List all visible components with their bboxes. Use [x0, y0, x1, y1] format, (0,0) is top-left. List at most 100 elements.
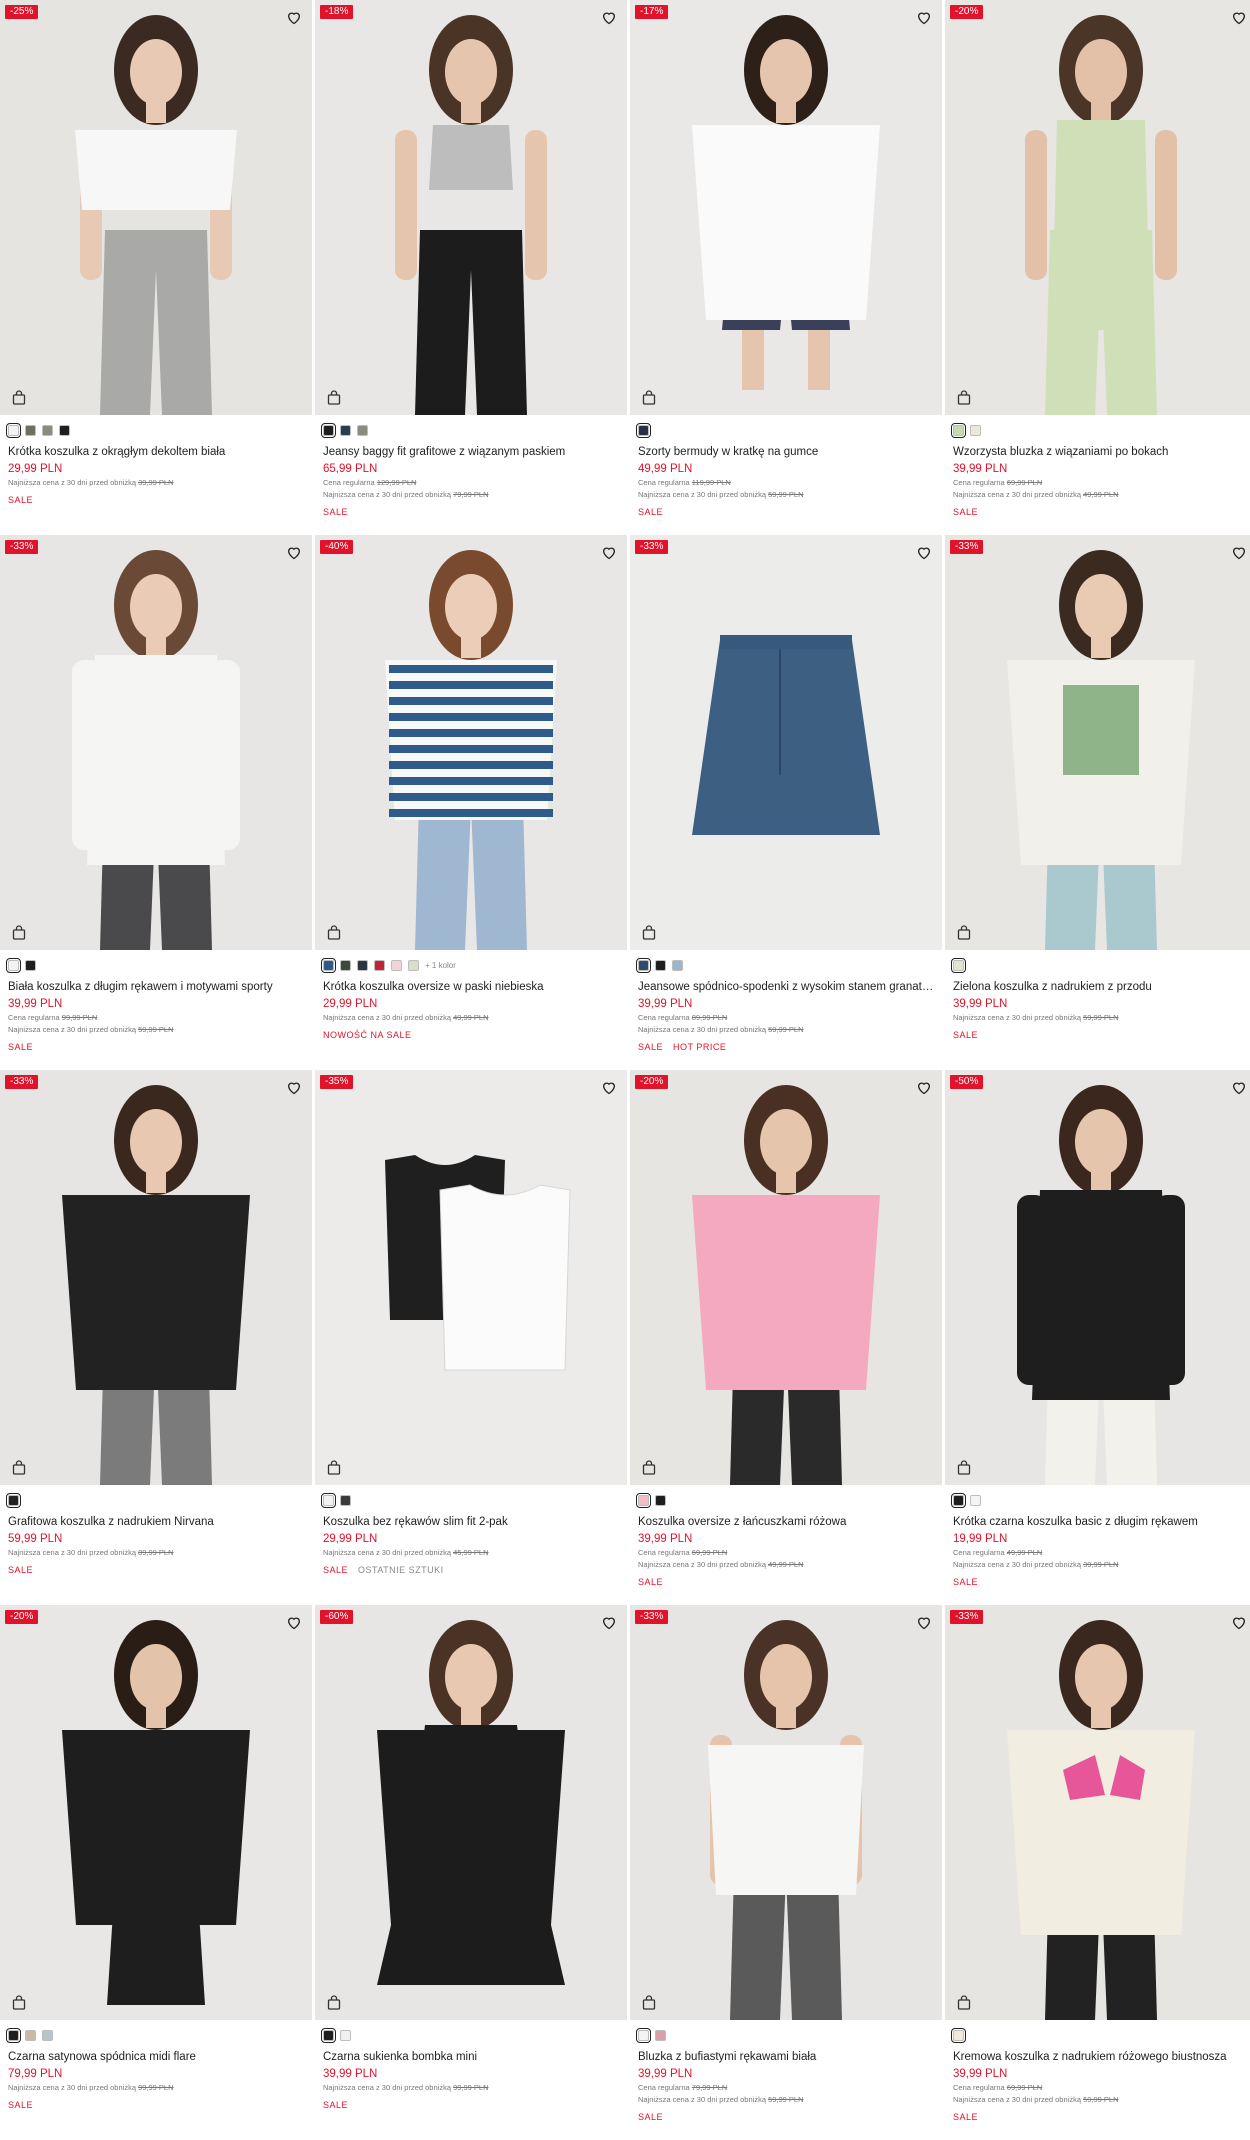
- product-name[interactable]: Krótka czarna koszulka basic z długim rę…: [953, 1516, 1249, 1528]
- color-swatch[interactable]: [25, 425, 36, 436]
- product-image[interactable]: -18%: [315, 0, 627, 415]
- color-swatch[interactable]: [340, 1495, 351, 1506]
- product-card[interactable]: -20% Koszulka oversize z łańcuszkami róż…: [630, 1070, 942, 1605]
- color-swatch[interactable]: [340, 425, 351, 436]
- product-image[interactable]: -25%: [0, 0, 312, 415]
- color-swatch[interactable]: [25, 960, 36, 971]
- heart-icon[interactable]: [1230, 8, 1248, 26]
- product-name[interactable]: Jeansy baggy fit grafitowe z wiązanym pa…: [323, 446, 619, 458]
- product-name[interactable]: Grafitowa koszulka z nadrukiem Nirvana: [8, 1516, 304, 1528]
- shopping-bag-icon[interactable]: [325, 1993, 343, 2011]
- product-image[interactable]: -20%: [945, 0, 1250, 415]
- product-card[interactable]: -33% Bluzka z bufiastymi rękawami biała …: [630, 1605, 942, 2140]
- product-card[interactable]: -40% + 1 kolor Krótka koszulka oversize …: [315, 535, 627, 1070]
- shopping-bag-icon[interactable]: [955, 388, 973, 406]
- heart-icon[interactable]: [285, 1078, 303, 1096]
- color-swatch[interactable]: [42, 2030, 53, 2041]
- more-colors-label[interactable]: + 1 kolor: [425, 961, 456, 970]
- product-card[interactable]: -33% Biała koszulka z długim rękawem i m…: [0, 535, 312, 1070]
- color-swatch[interactable]: [374, 960, 385, 971]
- product-card[interactable]: -35% Koszulka bez rękawów slim fit 2-pak…: [315, 1070, 627, 1605]
- heart-icon[interactable]: [600, 1613, 618, 1631]
- product-name[interactable]: Szorty bermudy w kratkę na gumce: [638, 446, 934, 458]
- heart-icon[interactable]: [1230, 543, 1248, 561]
- heart-icon[interactable]: [285, 543, 303, 561]
- product-image[interactable]: -33%: [945, 1605, 1250, 2020]
- shopping-bag-icon[interactable]: [10, 388, 28, 406]
- shopping-bag-icon[interactable]: [10, 923, 28, 941]
- shopping-bag-icon[interactable]: [325, 923, 343, 941]
- product-name[interactable]: Koszulka bez rękawów slim fit 2-pak: [323, 1516, 619, 1528]
- product-card[interactable]: -33% Jeansowe spódnico-spodenki z wysoki…: [630, 535, 942, 1070]
- product-name[interactable]: Jeansowe spódnico-spodenki z wysokim sta…: [638, 981, 934, 993]
- product-image[interactable]: -60%: [315, 1605, 627, 2020]
- color-swatch[interactable]: [655, 2030, 666, 2041]
- color-swatch[interactable]: [970, 425, 981, 436]
- heart-icon[interactable]: [1230, 1078, 1248, 1096]
- product-card[interactable]: -33% Kremowa koszulka z nadrukiem różowe…: [945, 1605, 1250, 2140]
- color-swatch[interactable]: [636, 958, 651, 973]
- heart-icon[interactable]: [915, 543, 933, 561]
- color-swatch[interactable]: [391, 960, 402, 971]
- color-swatch[interactable]: [357, 960, 368, 971]
- shopping-bag-icon[interactable]: [640, 1458, 658, 1476]
- shopping-bag-icon[interactable]: [640, 923, 658, 941]
- product-image[interactable]: -20%: [630, 1070, 942, 1485]
- color-swatch[interactable]: [340, 960, 351, 971]
- color-swatch[interactable]: [951, 958, 966, 973]
- color-swatch[interactable]: [321, 2028, 336, 2043]
- product-card[interactable]: -60% Czarna sukienka bombka mini 39,99 P…: [315, 1605, 627, 2140]
- color-swatch[interactable]: [655, 1495, 666, 1506]
- product-image[interactable]: -33%: [630, 1605, 942, 2020]
- color-swatch[interactable]: [970, 1495, 981, 1506]
- product-card[interactable]: -17% Szorty bermudy w kratkę na gumce 49…: [630, 0, 942, 535]
- shopping-bag-icon[interactable]: [955, 923, 973, 941]
- product-name[interactable]: Biała koszulka z długim rękawem i motywa…: [8, 981, 304, 993]
- product-name[interactable]: Czarna sukienka bombka mini: [323, 2051, 619, 2063]
- product-image[interactable]: -35%: [315, 1070, 627, 1485]
- color-swatch[interactable]: [636, 423, 651, 438]
- heart-icon[interactable]: [1230, 1613, 1248, 1631]
- color-swatch[interactable]: [408, 960, 419, 971]
- color-swatch[interactable]: [6, 1493, 21, 1508]
- heart-icon[interactable]: [285, 1613, 303, 1631]
- product-image[interactable]: -20%: [0, 1605, 312, 2020]
- product-name[interactable]: Krótka koszulka z okrągłym dekoltem biał…: [8, 446, 304, 458]
- product-card[interactable]: -18% Jeansy baggy fit grafitowe z wiązan…: [315, 0, 627, 535]
- shopping-bag-icon[interactable]: [325, 388, 343, 406]
- product-card[interactable]: -20% Wzorzysta bluzka z wiązaniami po bo…: [945, 0, 1250, 535]
- color-swatch[interactable]: [672, 960, 683, 971]
- heart-icon[interactable]: [600, 8, 618, 26]
- product-card[interactable]: -25% Krótka koszulka z okrągłym dekoltem…: [0, 0, 312, 535]
- shopping-bag-icon[interactable]: [10, 1458, 28, 1476]
- shopping-bag-icon[interactable]: [10, 1993, 28, 2011]
- shopping-bag-icon[interactable]: [955, 1993, 973, 2011]
- color-swatch[interactable]: [321, 958, 336, 973]
- color-swatch[interactable]: [636, 1493, 651, 1508]
- color-swatch[interactable]: [951, 423, 966, 438]
- color-swatch[interactable]: [59, 425, 70, 436]
- product-card[interactable]: -50% Krótka czarna koszulka basic z dług…: [945, 1070, 1250, 1605]
- product-name[interactable]: Czarna satynowa spódnica midi flare: [8, 2051, 304, 2063]
- color-swatch[interactable]: [636, 2028, 651, 2043]
- product-image[interactable]: -33%: [630, 535, 942, 950]
- product-image[interactable]: -33%: [0, 535, 312, 950]
- heart-icon[interactable]: [600, 543, 618, 561]
- heart-icon[interactable]: [915, 8, 933, 26]
- product-image[interactable]: -50%: [945, 1070, 1250, 1485]
- color-swatch[interactable]: [42, 425, 53, 436]
- color-swatch[interactable]: [340, 2030, 351, 2041]
- product-image[interactable]: -33%: [0, 1070, 312, 1485]
- color-swatch[interactable]: [951, 1493, 966, 1508]
- product-image[interactable]: -40%: [315, 535, 627, 950]
- shopping-bag-icon[interactable]: [955, 1458, 973, 1476]
- shopping-bag-icon[interactable]: [640, 1993, 658, 2011]
- color-swatch[interactable]: [25, 2030, 36, 2041]
- color-swatch[interactable]: [6, 423, 21, 438]
- product-image[interactable]: -17%: [630, 0, 942, 415]
- heart-icon[interactable]: [915, 1613, 933, 1631]
- color-swatch[interactable]: [951, 2028, 966, 2043]
- heart-icon[interactable]: [600, 1078, 618, 1096]
- color-swatch[interactable]: [321, 1493, 336, 1508]
- product-name[interactable]: Koszulka oversize z łańcuszkami różowa: [638, 1516, 934, 1528]
